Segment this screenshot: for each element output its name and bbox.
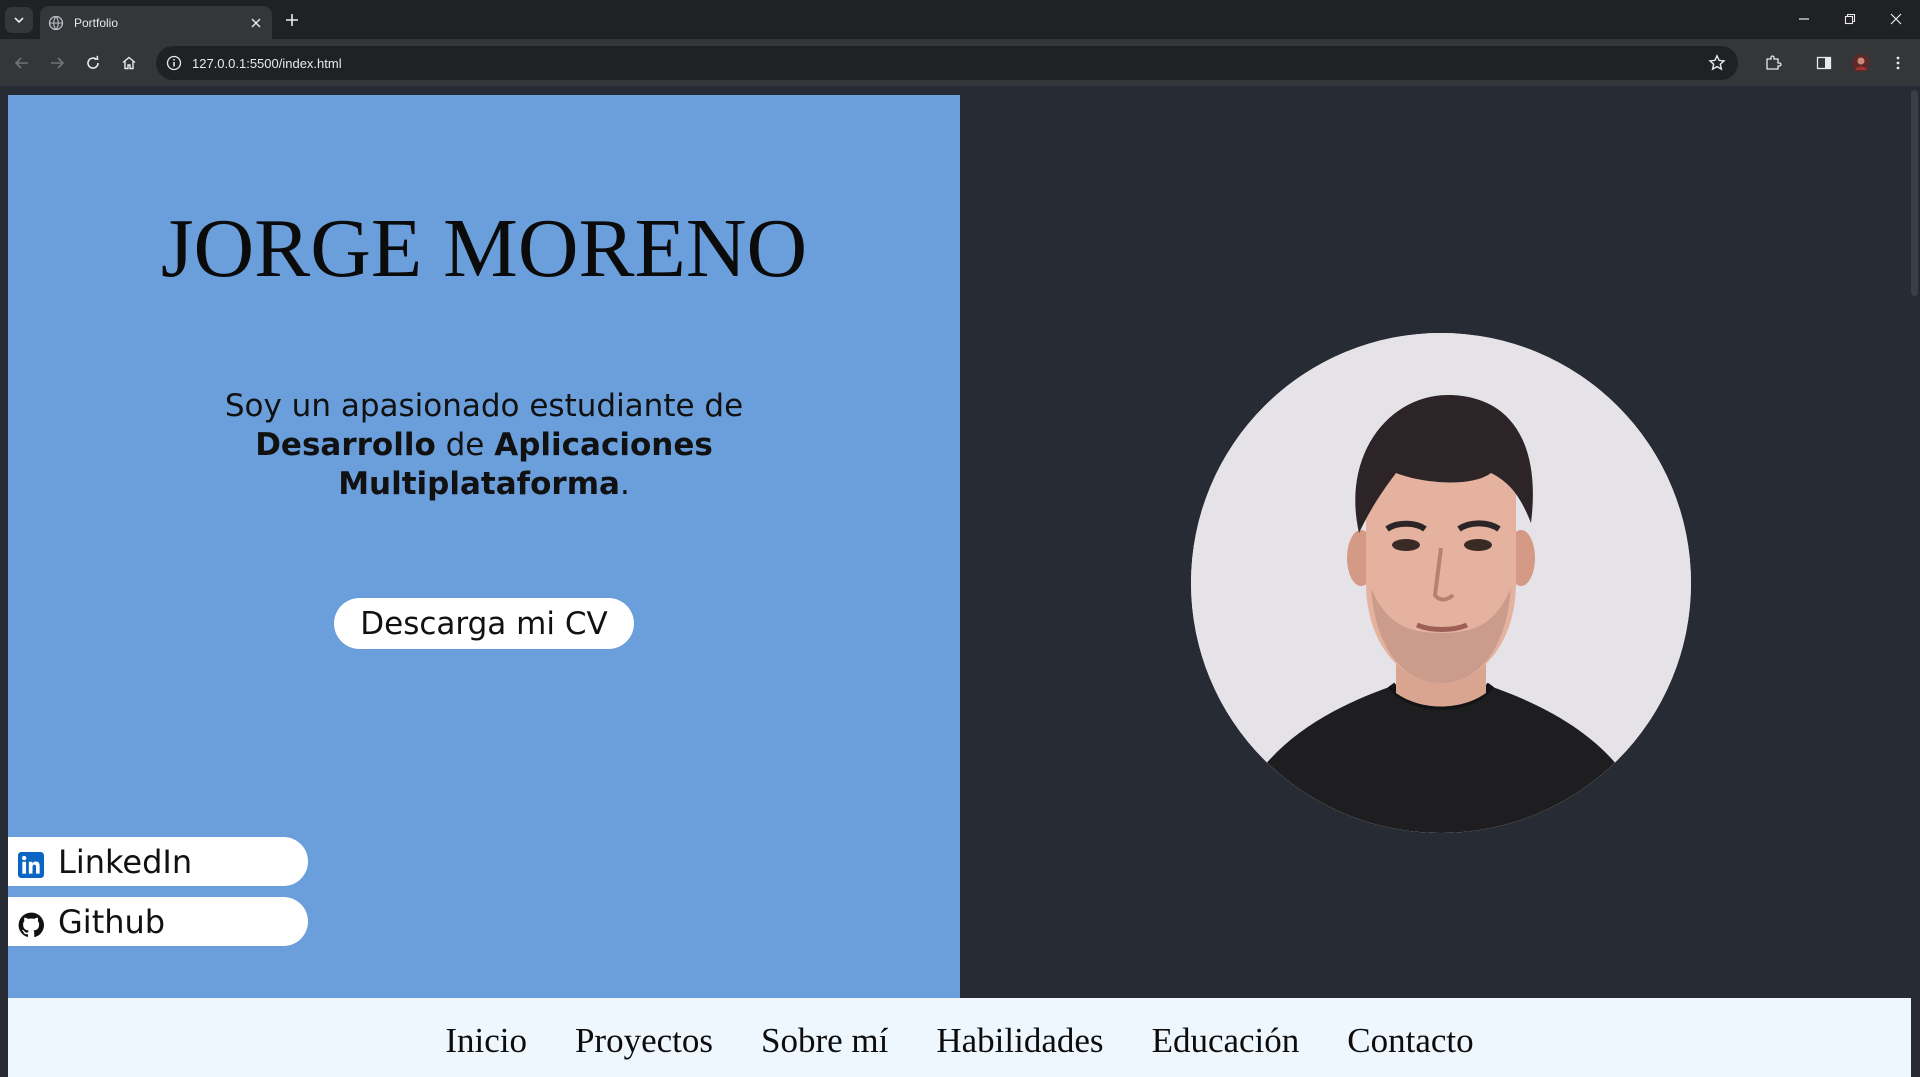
- side-panel-button[interactable]: [1810, 49, 1838, 77]
- tab-title: Portfolio: [74, 15, 119, 30]
- minimize-icon: [1799, 18, 1809, 20]
- url-text[interactable]: 127.0.0.1:5500/index.html: [192, 56, 1708, 71]
- home-icon: [122, 56, 136, 70]
- plus-icon: [286, 14, 298, 26]
- forward-button[interactable]: [43, 49, 71, 77]
- chevron-down-icon: [14, 17, 24, 24]
- extensions-button[interactable]: [1759, 49, 1787, 77]
- puzzle-icon: [1766, 55, 1782, 70]
- browser-tab-strip: Portfolio: [0, 0, 1920, 39]
- new-tab-button[interactable]: [281, 9, 303, 31]
- minimize-button[interactable]: [1781, 8, 1827, 30]
- arrow-left-icon: [14, 57, 28, 69]
- restore-button[interactable]: [1827, 8, 1873, 30]
- side-panel-icon: [1816, 56, 1832, 70]
- linkedin-label: LinkedIn: [58, 842, 193, 881]
- reload-icon: [87, 55, 99, 69]
- nav-item-sobre-mi[interactable]: Sobre mí: [761, 998, 888, 1061]
- intro-suffix: .: [619, 466, 630, 502]
- nav-item-inicio[interactable]: Inicio: [445, 998, 527, 1061]
- close-tab-icon[interactable]: [248, 15, 264, 31]
- hero-right-panel: [960, 95, 1911, 998]
- intro-mid: de: [435, 427, 495, 463]
- page-title: JORGE MORENO: [160, 202, 808, 295]
- nav-item-educacion[interactable]: Educación: [1152, 998, 1300, 1061]
- close-icon: [1890, 13, 1902, 25]
- tab-portfolio[interactable]: Portfolio: [40, 6, 272, 39]
- portrait-illustration: [1191, 333, 1691, 833]
- github-link[interactable]: Github: [8, 897, 308, 946]
- linkedin-icon: [18, 851, 44, 878]
- tab-search-button[interactable]: [5, 7, 33, 33]
- reload-button[interactable]: [79, 49, 107, 77]
- nav-item-habilidades[interactable]: Habilidades: [936, 998, 1103, 1061]
- hero-left-panel: JORGE MORENO Soy un apasionado estudiant…: [8, 95, 960, 998]
- browser-toolbar: 127.0.0.1:5500/index.html: [0, 39, 1920, 86]
- restore-icon: [1844, 13, 1856, 25]
- globe-icon: [48, 15, 64, 30]
- arrow-right-icon: [51, 57, 65, 69]
- back-button[interactable]: [8, 49, 36, 77]
- scrollbar-thumb[interactable]: [1911, 90, 1918, 296]
- intro-text: Soy un apasionado estudiante de Desarrol…: [224, 387, 744, 504]
- nav-item-contacto[interactable]: Contacto: [1347, 998, 1473, 1061]
- close-window-button[interactable]: [1873, 8, 1919, 30]
- kebab-menu-icon: [1896, 56, 1900, 70]
- nav-list: Inicio Proyectos Sobre mí Habilidades Ed…: [8, 998, 1911, 1077]
- page-viewport: JORGE MORENO Soy un apasionado estudiant…: [0, 86, 1920, 1077]
- intro-bold-1: Desarrollo: [255, 427, 436, 463]
- home-button[interactable]: [115, 49, 143, 77]
- profile-photo: [1191, 333, 1691, 833]
- profile-button[interactable]: [1847, 49, 1875, 77]
- github-label: Github: [58, 902, 166, 941]
- address-bar[interactable]: 127.0.0.1:5500/index.html: [156, 46, 1738, 80]
- intro-prefix: Soy un apasionado estudiante de: [224, 388, 744, 424]
- github-icon: [18, 912, 44, 937]
- linkedin-link[interactable]: LinkedIn: [8, 837, 308, 886]
- site-info-icon[interactable]: [166, 55, 182, 71]
- download-cv-button[interactable]: Descarga mi CV: [334, 598, 634, 649]
- nav-item-proyectos[interactable]: Proyectos: [575, 998, 713, 1061]
- bookmark-star-icon[interactable]: [1708, 54, 1726, 72]
- main-navigation: Inicio Proyectos Sobre mí Habilidades Ed…: [8, 998, 1911, 1077]
- browser-menu-button[interactable]: [1884, 49, 1912, 77]
- profile-avatar-icon: [1852, 54, 1870, 72]
